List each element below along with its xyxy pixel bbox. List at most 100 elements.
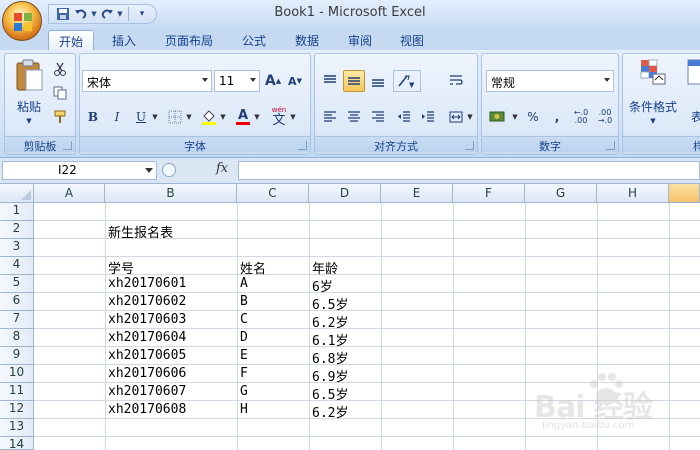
- cell-c7[interactable]: C: [238, 311, 248, 329]
- cell-c9[interactable]: E: [238, 347, 248, 365]
- row-header-13[interactable]: 13: [0, 419, 34, 437]
- row-header-1[interactable]: 1: [0, 203, 34, 221]
- name-box[interactable]: I22: [2, 161, 157, 180]
- cell-d10[interactable]: 6.9岁: [310, 365, 348, 385]
- cell-d5[interactable]: 6岁: [310, 275, 333, 295]
- redo-dropdown-icon[interactable]: ▼: [117, 6, 123, 22]
- tab-data[interactable]: 数据: [285, 30, 329, 50]
- copy-icon[interactable]: [49, 82, 71, 104]
- italic-button[interactable]: I: [106, 106, 128, 128]
- column-header-g[interactable]: G: [525, 184, 597, 203]
- row-header-2[interactable]: 2: [0, 221, 34, 239]
- tab-page-layout[interactable]: 页面布局: [155, 30, 223, 50]
- tab-insert[interactable]: 插入: [102, 30, 146, 50]
- font-name-select[interactable]: 宋体: [82, 70, 212, 92]
- accounting-format-icon[interactable]: [486, 106, 510, 128]
- tab-view[interactable]: 视图: [390, 30, 434, 50]
- increase-indent-icon[interactable]: [417, 106, 439, 128]
- fill-color-dropdown-icon[interactable]: ▼: [220, 106, 226, 128]
- cell-c6[interactable]: B: [238, 293, 248, 311]
- cell-d11[interactable]: 6.5岁: [310, 383, 348, 403]
- font-color-dropdown-icon[interactable]: ▼: [254, 106, 260, 128]
- shrink-font-button[interactable]: A ▼: [284, 70, 306, 92]
- borders-dropdown-icon[interactable]: ▼: [186, 106, 192, 128]
- cell-b9[interactable]: xh20170605: [106, 347, 186, 365]
- save-icon[interactable]: [55, 6, 71, 22]
- cell-c11[interactable]: G: [238, 383, 248, 401]
- column-header-b[interactable]: B: [105, 184, 237, 203]
- cell-c10[interactable]: F: [238, 365, 248, 383]
- cell-d7[interactable]: 6.2岁: [310, 311, 348, 331]
- phonetic-guide-button[interactable]: wén 文: [268, 106, 290, 128]
- column-header-c[interactable]: C: [237, 184, 309, 203]
- row-header-8[interactable]: 8: [0, 329, 34, 347]
- bold-button[interactable]: B: [82, 106, 104, 128]
- cell-d9[interactable]: 6.8岁: [310, 347, 348, 367]
- phonetic-dropdown-icon[interactable]: ▼: [290, 106, 296, 128]
- column-header-d[interactable]: D: [309, 184, 381, 203]
- tab-review[interactable]: 审阅: [338, 30, 382, 50]
- decrease-decimal-icon[interactable]: .00 →.0: [594, 106, 616, 128]
- cell-d6[interactable]: 6.5岁: [310, 293, 348, 313]
- formula-input[interactable]: [238, 161, 700, 180]
- tab-formulas[interactable]: 公式: [232, 30, 276, 50]
- cell-b12[interactable]: xh20170608: [106, 401, 186, 419]
- conditional-formatting-button[interactable]: 条件格式 ▼: [625, 58, 681, 132]
- underline-button[interactable]: U: [130, 106, 152, 128]
- cell-b8[interactable]: xh20170604: [106, 329, 186, 347]
- cell-b2[interactable]: 新生报名表: [106, 221, 173, 241]
- tab-home[interactable]: 开始: [48, 30, 95, 50]
- column-header-a[interactable]: A: [34, 184, 105, 203]
- row-header-7[interactable]: 7: [0, 311, 34, 329]
- cell-b6[interactable]: xh20170602: [106, 293, 186, 311]
- font-launcher-icon[interactable]: [298, 141, 307, 150]
- customize-icon[interactable]: ▾: [134, 6, 150, 22]
- align-center-icon[interactable]: [343, 106, 365, 128]
- row-header-5[interactable]: 5: [0, 275, 34, 293]
- column-header-i[interactable]: [669, 184, 700, 203]
- cut-icon[interactable]: [49, 58, 71, 80]
- cell-c4[interactable]: 姓名: [238, 257, 266, 277]
- row-header-4[interactable]: 4: [0, 257, 34, 275]
- column-header-e[interactable]: E: [381, 184, 453, 203]
- format-painter-icon[interactable]: [49, 106, 71, 128]
- column-header-f[interactable]: F: [453, 184, 525, 203]
- font-size-select[interactable]: 11: [214, 70, 260, 92]
- column-header-h[interactable]: H: [597, 184, 669, 203]
- align-right-icon[interactable]: [367, 106, 389, 128]
- merge-dropdown-icon[interactable]: ▼: [467, 106, 473, 128]
- orientation-icon[interactable]: ▼: [393, 70, 421, 92]
- paste-button[interactable]: 粘贴 ▼: [11, 58, 47, 132]
- merge-center-icon[interactable]: [445, 106, 467, 128]
- align-bottom-icon[interactable]: [367, 70, 389, 92]
- insert-function-button[interactable]: fx: [160, 161, 236, 180]
- increase-decimal-icon[interactable]: ←.0.00: [570, 106, 592, 128]
- undo-icon[interactable]: [73, 6, 89, 22]
- cell-c8[interactable]: D: [238, 329, 248, 347]
- undo-dropdown-icon[interactable]: ▼: [91, 6, 97, 22]
- name-box-dropdown-icon[interactable]: [145, 168, 153, 173]
- cell-b5[interactable]: xh20170601: [106, 275, 186, 293]
- cell-b4[interactable]: 学号: [106, 257, 134, 277]
- decrease-indent-icon[interactable]: [393, 106, 415, 128]
- cell-b11[interactable]: xh20170607: [106, 383, 186, 401]
- font-color-icon[interactable]: A: [232, 106, 254, 128]
- row-header-6[interactable]: 6: [0, 293, 34, 311]
- percent-button[interactable]: %: [522, 106, 544, 128]
- grow-font-button[interactable]: A ▲: [262, 70, 284, 92]
- format-as-table-button[interactable]: 表格: [681, 58, 700, 132]
- underline-dropdown-icon[interactable]: ▼: [152, 106, 158, 128]
- cell-b10[interactable]: xh20170606: [106, 365, 186, 383]
- borders-icon[interactable]: [164, 106, 186, 128]
- number-launcher-icon[interactable]: [606, 141, 615, 150]
- row-header-3[interactable]: 3: [0, 239, 34, 257]
- select-all-corner[interactable]: [0, 184, 34, 203]
- number-format-select[interactable]: 常规: [486, 70, 614, 92]
- redo-icon[interactable]: [99, 6, 115, 22]
- fill-color-icon[interactable]: [198, 106, 220, 128]
- cell-c5[interactable]: A: [238, 275, 248, 293]
- accounting-dropdown-icon[interactable]: ▼: [512, 106, 518, 128]
- row-header-12[interactable]: 12: [0, 401, 34, 419]
- cell-d8[interactable]: 6.1岁: [310, 329, 348, 349]
- align-middle-icon[interactable]: [343, 70, 365, 92]
